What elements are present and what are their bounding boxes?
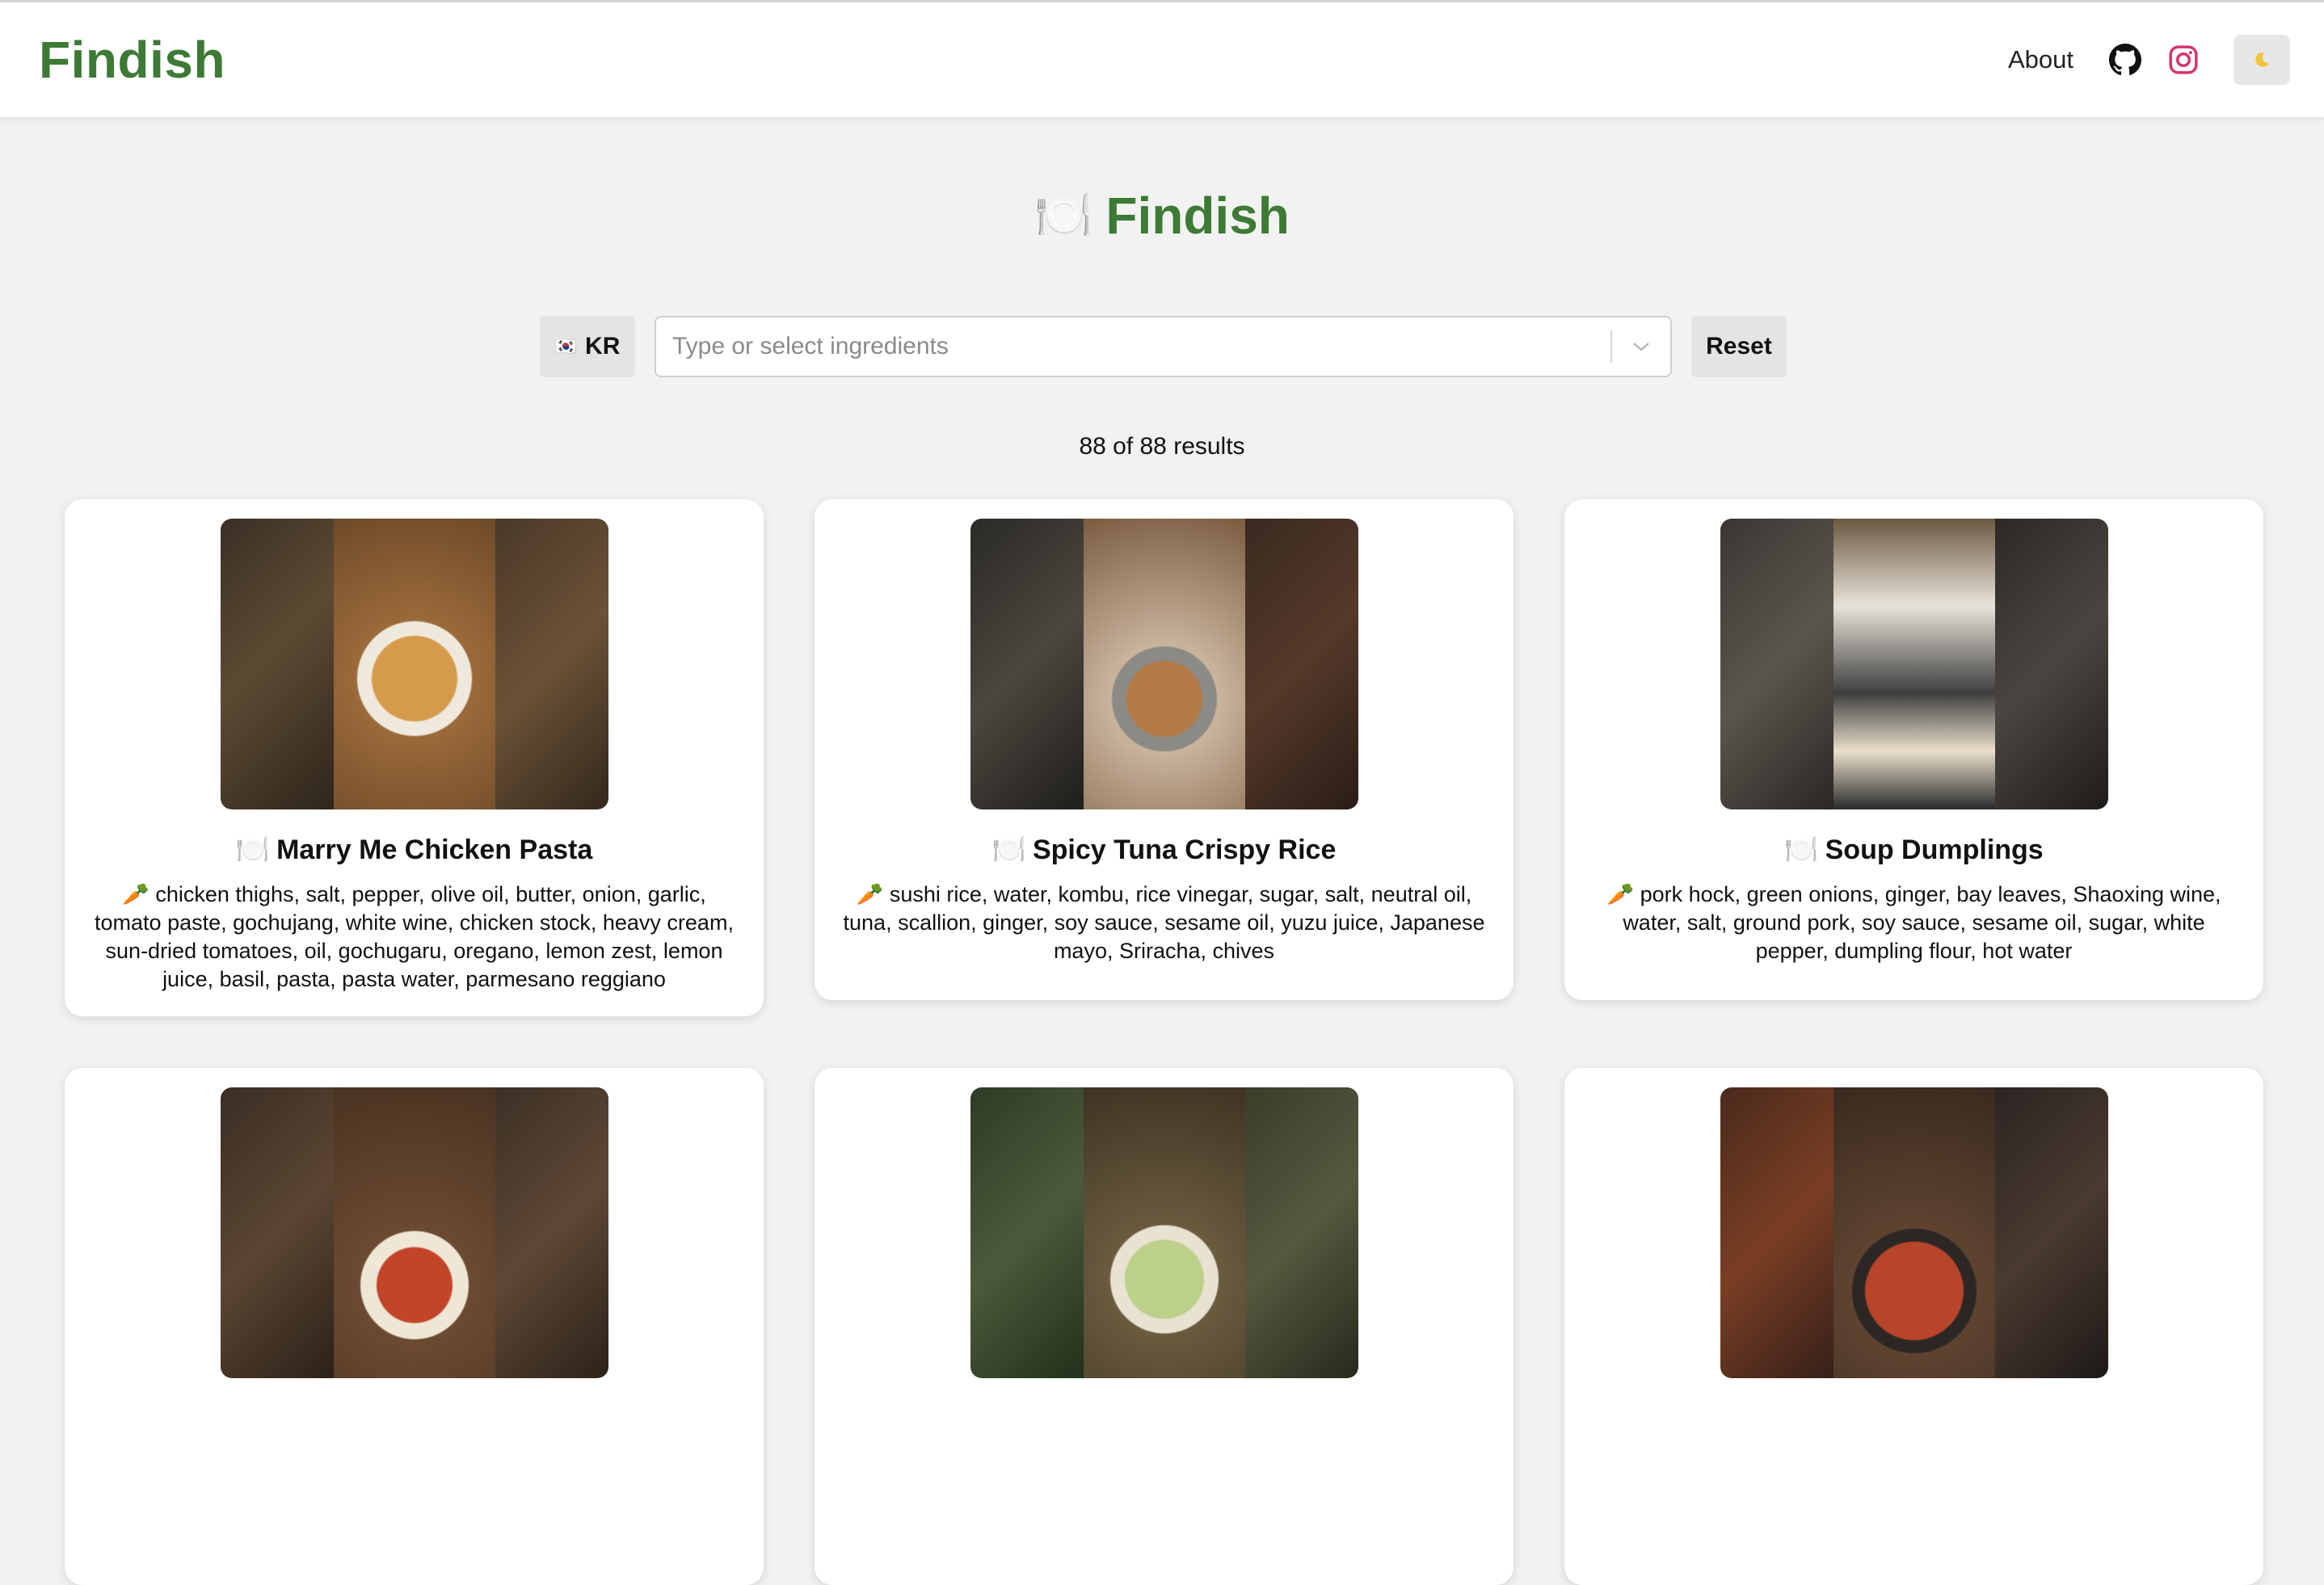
ingredients-text: chicken thighs, salt, pepper, olive oil,… bbox=[95, 882, 734, 991]
plate-icon: 🍽️ bbox=[1784, 835, 1819, 865]
recipe-card[interactable] bbox=[1564, 1068, 2263, 1585]
nav-links: About bbox=[2008, 35, 2290, 85]
recipe-image[interactable] bbox=[970, 1087, 1358, 1378]
recipe-card[interactable]: 🍽️ Soup Dumplings 🥕 pork hock, green oni… bbox=[1564, 499, 2263, 1000]
search-bar: 🇰🇷 KR Reset bbox=[540, 316, 1787, 377]
chevron-down-icon[interactable] bbox=[1612, 317, 1670, 376]
language-toggle-button[interactable]: 🇰🇷 KR bbox=[540, 316, 635, 377]
instagram-icon[interactable] bbox=[2166, 42, 2201, 78]
recipe-ingredients: 🥕 pork hock, green onions, ginger, bay l… bbox=[1589, 881, 2239, 965]
top-navbar: Findish About bbox=[0, 2, 2324, 117]
page-title-text: Findish bbox=[1105, 187, 1290, 245]
moon-icon bbox=[2255, 52, 2269, 67]
recipe-title: 🍽️ Marry Me Chicken Pasta bbox=[236, 834, 593, 866]
ingredients-text: pork hock, green onions, ginger, bay lea… bbox=[1623, 882, 2221, 963]
page-title: 🍽️ Findish bbox=[0, 186, 2324, 246]
recipe-card[interactable] bbox=[65, 1068, 764, 1585]
recipe-card[interactable]: 🍽️ Marry Me Chicken Pasta 🥕 chicken thig… bbox=[65, 499, 764, 1016]
ingredient-search-input[interactable] bbox=[656, 317, 1610, 376]
recipe-grid: 🍽️ Marry Me Chicken Pasta 🥕 chicken thig… bbox=[65, 499, 2263, 1585]
recipe-image[interactable] bbox=[1720, 1087, 2108, 1378]
plate-icon: 🍽️ bbox=[1034, 189, 1093, 242]
plate-icon: 🍽️ bbox=[991, 835, 1026, 865]
language-label: KR bbox=[585, 333, 621, 359]
recipe-title: 🍽️ Spicy Tuna Crispy Rice bbox=[992, 834, 1337, 866]
recipe-image[interactable] bbox=[1720, 519, 2108, 809]
carrot-icon: 🥕 bbox=[122, 882, 149, 906]
reset-button[interactable]: Reset bbox=[1691, 316, 1787, 377]
recipe-ingredients: 🥕 chicken thighs, salt, pepper, olive oi… bbox=[89, 881, 739, 994]
github-icon[interactable] bbox=[2107, 42, 2143, 78]
carrot-icon: 🥕 bbox=[1606, 882, 1635, 906]
recipe-title: 🍽️ Soup Dumplings bbox=[1784, 834, 2043, 866]
brand-logo[interactable]: Findish bbox=[39, 30, 225, 90]
recipe-card[interactable]: 🍽️ Spicy Tuna Crispy Rice 🥕 sushi rice, … bbox=[815, 499, 1514, 1000]
theme-toggle-button[interactable] bbox=[2233, 35, 2290, 85]
korea-flag-icon: 🇰🇷 bbox=[554, 336, 578, 356]
plate-icon: 🍽️ bbox=[235, 835, 271, 865]
recipe-title-text: Spicy Tuna Crispy Rice bbox=[1032, 834, 1337, 865]
recipe-title-text: Soup Dumplings bbox=[1825, 834, 2044, 865]
about-link[interactable]: About bbox=[2008, 45, 2073, 74]
recipe-image[interactable] bbox=[220, 1087, 608, 1378]
recipe-card[interactable] bbox=[815, 1068, 1514, 1585]
recipe-image[interactable] bbox=[970, 519, 1358, 809]
recipe-image[interactable] bbox=[220, 519, 608, 809]
results-count: 88 of 88 results bbox=[1079, 433, 1245, 460]
carrot-icon: 🥕 bbox=[856, 882, 884, 906]
ingredients-text: sushi rice, water, kombu, rice vinegar, … bbox=[843, 882, 1485, 963]
recipe-ingredients: 🥕 sushi rice, water, kombu, rice vinegar… bbox=[839, 881, 1489, 965]
recipe-title-text: Marry Me Chicken Pasta bbox=[276, 834, 593, 865]
ingredient-select[interactable] bbox=[655, 316, 1672, 377]
